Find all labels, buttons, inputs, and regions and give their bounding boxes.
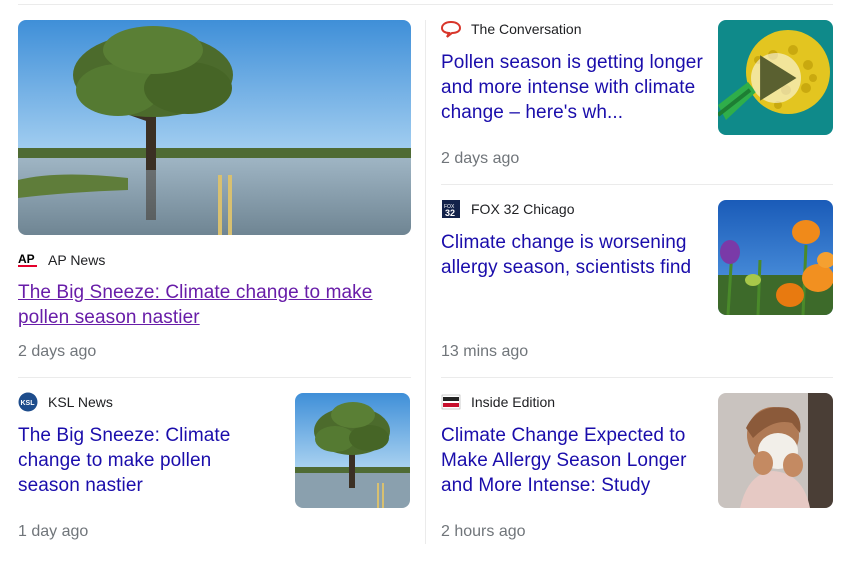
source-row: The Conversation: [441, 20, 582, 38]
article-timestamp: 2 hours ago: [441, 523, 526, 540]
fox32-logo-icon: FOX 32: [441, 200, 461, 218]
ksl-logo-icon: KSL: [18, 392, 38, 412]
source-row: Inside Edition: [441, 393, 555, 411]
news-card-ksl[interactable]: KSL KSL News The Big Sneeze: Climate cha…: [18, 392, 411, 543]
source-name: KSL News: [48, 394, 113, 410]
article-headline[interactable]: Climate Change Expected to Make Allergy …: [441, 423, 706, 498]
source-row: FOX 32 FOX 32 Chicago: [441, 200, 575, 218]
article-image-woman-sneezing[interactable]: [718, 393, 833, 508]
source-row: AP AP News: [18, 251, 105, 269]
article-timestamp: 2 days ago: [441, 150, 520, 167]
article-image-flooded-tree-small[interactable]: [295, 393, 410, 508]
article-image-flooded-tree[interactable]: [18, 20, 411, 235]
source-name: Inside Edition: [471, 394, 556, 410]
column-divider: [425, 20, 426, 544]
news-card-inside-edition[interactable]: Inside Edition Climate Change Expected t…: [441, 393, 833, 543]
article-headline[interactable]: The Big Sneeze: Climate change to make p…: [18, 423, 268, 498]
news-card-conversation[interactable]: The Conversation Pollen season is gettin…: [441, 20, 833, 170]
row-divider: [18, 377, 411, 378]
speech-bubble-icon: [441, 20, 461, 38]
article-timestamp: 2 days ago: [18, 343, 97, 360]
row-divider: [441, 184, 833, 185]
article-timestamp: 13 mins ago: [441, 343, 529, 360]
svg-text:AP: AP: [18, 252, 35, 266]
article-headline[interactable]: The Big Sneeze: Climate change to make p…: [18, 280, 398, 330]
svg-text:KSL: KSL: [21, 400, 36, 407]
news-card-fox32[interactable]: FOX 32 FOX 32 Chicago Climate change is w…: [441, 200, 833, 365]
ap-logo-icon: AP: [18, 251, 38, 269]
source-name: AP News: [48, 252, 106, 268]
row-divider: [441, 377, 833, 378]
article-image-pollen-grain[interactable]: [718, 20, 833, 135]
top-divider: [18, 4, 833, 5]
news-card-ap[interactable]: AP AP News The Big Sneeze: Climate chang…: [18, 20, 411, 365]
play-button-icon[interactable]: [751, 53, 801, 103]
source-name: The Conversation: [471, 21, 582, 37]
inside-edition-logo-icon: [441, 393, 461, 411]
article-image-orange-flowers[interactable]: [718, 200, 833, 315]
source-name: FOX 32 Chicago: [471, 201, 575, 217]
article-headline[interactable]: Pollen season is getting longer and more…: [441, 50, 706, 125]
article-headline[interactable]: Climate change is worsening allergy seas…: [441, 230, 706, 280]
source-row: KSL KSL News: [18, 392, 113, 412]
article-timestamp: 1 day ago: [18, 523, 89, 540]
svg-text:32: 32: [445, 208, 455, 218]
